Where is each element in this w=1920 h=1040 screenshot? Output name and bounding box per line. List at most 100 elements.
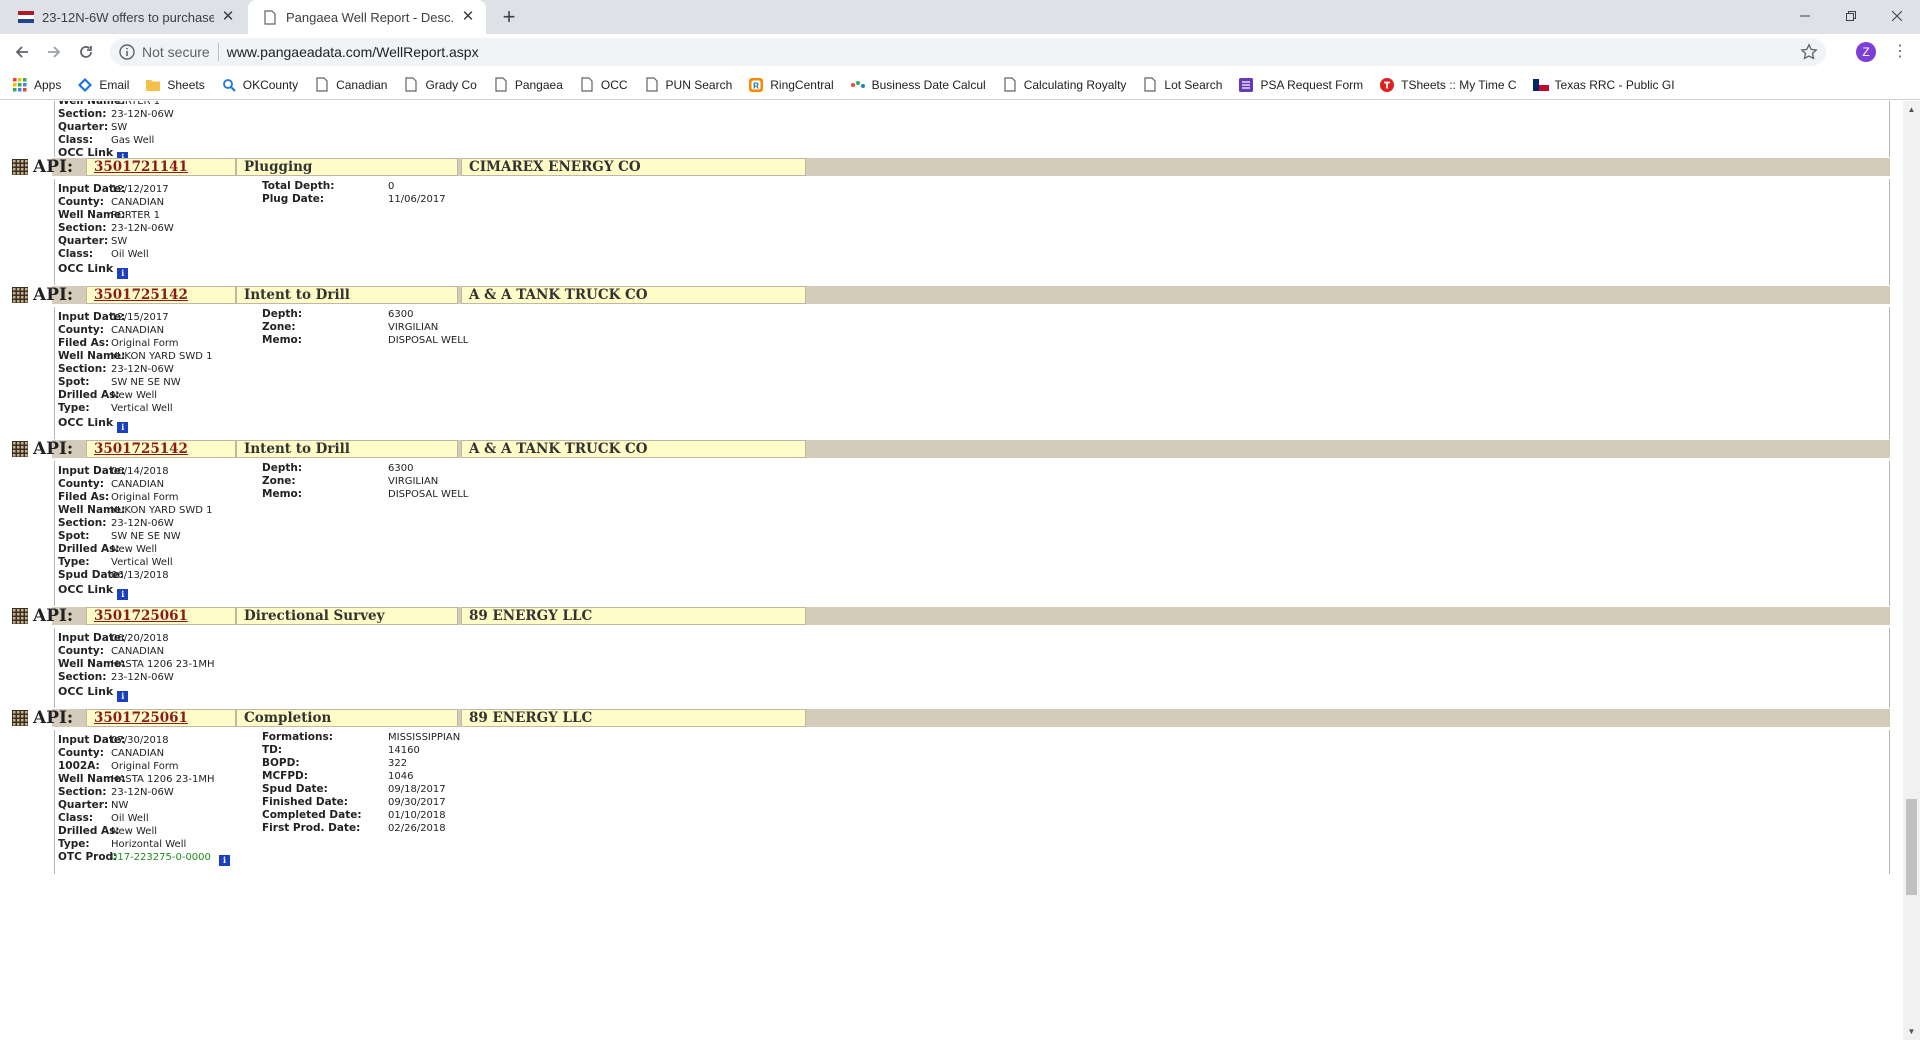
- omnibox-divider: [217, 43, 219, 61]
- api-number-link[interactable]: 3501725142: [94, 441, 188, 457]
- bookmark-sheets[interactable]: Sheets: [145, 77, 205, 93]
- field-label: Total Depth:: [262, 180, 335, 192]
- field-label: Memo:: [262, 488, 302, 500]
- info-icon[interactable]: i: [117, 268, 129, 279]
- api-number-link[interactable]: 3501725061: [94, 710, 188, 726]
- field-value: 1046: [388, 771, 414, 782]
- bookmark-apps[interactable]: Apps: [12, 77, 61, 93]
- bookmark-ringcentral[interactable]: R RingCentral: [748, 77, 834, 93]
- profile-avatar[interactable]: Z: [1856, 42, 1876, 62]
- field-label: Filed As:: [58, 491, 110, 503]
- back-button[interactable]: [10, 40, 34, 64]
- record-header: API: 3501725142 Intent to Drill A & A TANK …: [12, 439, 1890, 459]
- grid-icon: [12, 287, 28, 303]
- menu-kebab-icon[interactable]: ⋮: [1890, 42, 1910, 62]
- field-value: 322: [388, 758, 408, 769]
- field-label: Quarter:: [58, 799, 109, 811]
- field-label: Class:: [58, 248, 94, 260]
- info-icon[interactable]: i: [219, 855, 230, 866]
- field-label: Quarter:: [58, 121, 109, 133]
- field-value: 12/15/2017: [111, 312, 169, 323]
- field-label: Section:: [58, 108, 107, 120]
- restore-button[interactable]: [1828, 0, 1874, 32]
- info-icon[interactable]: i: [117, 691, 129, 702]
- field-value: CANADIAN: [111, 197, 165, 208]
- bookmark-calculating-royalty[interactable]: Calculating Royalty: [1002, 77, 1127, 93]
- apps-grid-icon: [12, 77, 28, 93]
- bookmark-label: Grady Co: [425, 77, 477, 92]
- bookmark-business-date-calcul[interactable]: Business Date Calcul: [850, 77, 986, 93]
- close-tab-icon[interactable]: ✕: [220, 9, 236, 25]
- url-text[interactable]: www.pangaeadata.com/WellReport.aspx: [227, 44, 479, 60]
- api-number-link[interactable]: 3501725061: [94, 608, 188, 624]
- field-value: Vertical Well: [111, 557, 173, 568]
- field-value: 01/10/2018: [388, 810, 446, 821]
- bookmark-psa-request-form[interactable]: PSA Request Form: [1238, 77, 1363, 93]
- reload-button[interactable]: [74, 40, 98, 64]
- tab-offers[interactable]: 23-12N-6W offers to purchase - ✕: [4, 0, 246, 34]
- new-tab-button[interactable]: +: [498, 6, 520, 29]
- close-tab-icon[interactable]: ✕: [460, 9, 476, 25]
- api-number-link[interactable]: 3501725142: [94, 287, 188, 303]
- bookmark-tsheets-my-time-c[interactable]: TSheets :: My Time C: [1379, 77, 1517, 93]
- address-bar[interactable]: Not secure www.pangaeadata.com/WellRepor…: [110, 38, 1826, 66]
- field-value: 6300: [388, 463, 414, 474]
- occ-link[interactable]: OCC Link i: [58, 583, 129, 600]
- info-icon[interactable]: i: [117, 422, 129, 433]
- otc-prod-link[interactable]: 017-223275-0-0000: [111, 852, 211, 863]
- api-number-link[interactable]: 3501721141: [94, 159, 188, 175]
- bookmark-texas-rrc-public-gi[interactable]: Texas RRC - Public GI: [1532, 77, 1675, 93]
- field-label: Zone:: [262, 321, 296, 333]
- scroll-up-icon[interactable]: ▲: [1903, 101, 1920, 118]
- field-value: SW: [111, 122, 128, 133]
- close-window-button[interactable]: [1874, 0, 1920, 32]
- tab-pangaea[interactable]: Pangaea Well Report - Desc. Sear ✕: [248, 0, 486, 34]
- page-icon: [1002, 77, 1018, 93]
- bookmark-canadian[interactable]: Canadian: [314, 77, 387, 93]
- field-label: Section:: [58, 786, 107, 798]
- field-label: Filed As:: [58, 337, 110, 349]
- record-body: [54, 461, 1890, 606]
- field-label: County:: [58, 196, 104, 208]
- tab-title: Pangaea Well Report - Desc. Sear: [286, 9, 454, 25]
- operator-name: CIMAREX ENERGY CO: [461, 158, 806, 176]
- occ-link[interactable]: OCC Link i: [58, 685, 129, 702]
- field-value: 23-12N-06W: [111, 223, 174, 234]
- scrollbar-thumb[interactable]: [1906, 799, 1917, 895]
- field-value: CANADIAN: [111, 479, 165, 490]
- bookmarks-bar: Apps Email Sheets OKCounty Canadian Grady Co P…: [0, 70, 1920, 100]
- field-value: 23-12N-06W: [111, 518, 174, 529]
- report-type: Plugging: [236, 158, 458, 176]
- bookmark-star-icon[interactable]: [1800, 43, 1818, 61]
- occ-link-label: OCC Link: [58, 416, 114, 429]
- info-circle-icon[interactable]: [118, 43, 136, 61]
- info-icon[interactable]: i: [117, 589, 129, 600]
- bookmark-email[interactable]: Email: [77, 77, 129, 93]
- field-value: 23-12N-06W: [111, 672, 174, 683]
- record-border: [1889, 101, 1890, 157]
- field-value: 06/13/2018: [111, 570, 169, 581]
- field-value: Original Form: [111, 492, 179, 503]
- bookmark-label: OCC: [600, 77, 628, 92]
- bookmark-label: Calculating Royalty: [1023, 77, 1127, 92]
- bookmark-occ[interactable]: OCC: [579, 77, 628, 93]
- bookmark-label: RingCentral: [770, 77, 834, 92]
- bookmark-pangaea[interactable]: Pangaea: [493, 77, 563, 93]
- minimize-button[interactable]: [1782, 0, 1828, 32]
- field-value: New Well: [111, 544, 158, 555]
- scroll-down-icon[interactable]: ▼: [1903, 1023, 1920, 1040]
- forward-button[interactable]: [42, 40, 66, 64]
- bookmark-pun-search[interactable]: PUN Search: [644, 77, 732, 93]
- tab-title: 23-12N-6W offers to purchase -: [42, 9, 214, 25]
- field-label: Class:: [58, 812, 94, 824]
- occ-link[interactable]: OCC Link i: [58, 262, 129, 279]
- vertical-scrollbar[interactable]: ▲ ▼: [1903, 101, 1920, 1040]
- field-label: Type:: [58, 556, 90, 568]
- bookmark-okcounty[interactable]: OKCounty: [221, 77, 298, 93]
- bookmark-grady-co[interactable]: Grady Co: [403, 77, 477, 93]
- occ-link[interactable]: OCC Link i: [58, 416, 129, 433]
- field-label: Plug Date:: [262, 193, 325, 205]
- bookmark-lot-search[interactable]: Lot Search: [1142, 77, 1222, 93]
- field-label: Memo:: [262, 334, 302, 346]
- dots-icon: [850, 77, 866, 93]
